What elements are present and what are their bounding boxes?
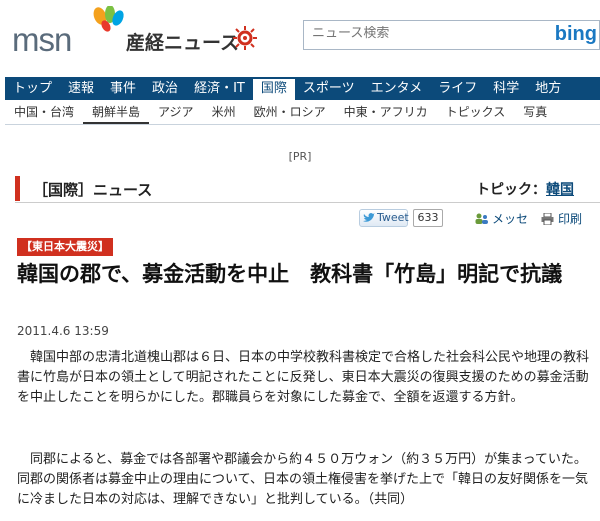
sankei-logo-icon [233,26,257,50]
subnav-item-middle-east-africa[interactable]: 中東・アフリカ [335,100,437,124]
nav-item-local[interactable]: 地方 [527,77,569,100]
topic-prefix: トピック： [476,182,546,198]
mixi-label: メッセ [492,212,529,226]
subnav-item-topics[interactable]: トピックス [437,100,515,124]
sankei-news-title[interactable]: 産経ニュース [126,28,239,55]
twitter-bird-icon [363,213,375,222]
msn-butterfly-icon [93,6,124,32]
news-search-box: bing [303,20,600,50]
nav-item-entertainment[interactable]: エンタメ [363,77,431,100]
subnav-item-americas[interactable]: 米州 [203,100,245,124]
nav-item-economy[interactable]: 経済・IT [186,77,253,100]
print-label: 印刷 [558,212,583,226]
subnav-item-europe-russia[interactable]: 欧州・ロシア [245,100,335,124]
article-date: 2011.4.6 13:59 [17,324,109,338]
category-badge[interactable]: 【東日本大震災】 [17,238,113,256]
article-paragraph-1: 韓国中部の忠清北道槐山郡は６日、日本の中学校教科書検定で合格した社会科公民や地理… [17,350,590,405]
sub-nav: 中国・台湾 朝鮮半島 アジア 米州 欧州・ロシア 中東・アフリカ トピックス 写… [5,100,600,125]
nav-item-politics[interactable]: 政治 [144,77,186,100]
subnav-item-china-taiwan[interactable]: 中国・台湾 [5,100,83,124]
msn-logo[interactable]: msn [12,6,124,58]
site-header: msn 産経ニュース bing [0,0,600,76]
nav-item-sports[interactable]: スポーツ [295,77,363,100]
nav-item-crime[interactable]: 事件 [102,77,144,100]
tweet-count[interactable]: 633 [413,209,443,227]
msn-logo-text: msn [12,21,72,58]
section-divider [15,202,600,203]
section-accent-bar [15,176,20,201]
tweet-label: Tweet [377,211,409,224]
nav-item-top[interactable]: トップ [5,77,60,100]
main-nav: トップ 速報 事件 政治 経済・IT 国際 スポーツ エンタメ ライフ 科学 地… [5,77,600,100]
bing-search-button[interactable]: bing [555,23,597,46]
nav-item-breaking[interactable]: 速報 [60,77,102,100]
subnav-item-photos[interactable]: 写真 [514,100,556,124]
article-headline: 韓国の郡で、募金活動を中止 教科書「竹島」明記で抗議 [17,262,563,286]
subnav-item-asia[interactable]: アジア [149,100,203,124]
pr-label[interactable]: [PR] [0,150,600,163]
printer-icon [541,213,554,225]
subnav-item-korea[interactable]: 朝鮮半島 [83,100,150,124]
mixi-share-link[interactable]: メッセ [475,210,528,227]
section-title: ［国際］ニュース [33,181,153,199]
news-search-input[interactable] [312,26,532,41]
nav-item-life[interactable]: ライフ [430,77,485,100]
print-link[interactable]: 印刷 [541,210,582,227]
nav-item-science[interactable]: 科学 [485,77,527,100]
tweet-button[interactable]: Tweet [359,209,409,227]
topic-label: トピック：韓国 [476,179,574,199]
people-icon [475,213,488,224]
topic-link-korea[interactable]: 韓国 [546,182,574,198]
nav-item-international[interactable]: 国際 [252,77,295,100]
article-paragraph-2: 同郡によると、募金では各部署や郡議会から約４５０万ウォン（約３５万円）が集まって… [17,452,588,507]
